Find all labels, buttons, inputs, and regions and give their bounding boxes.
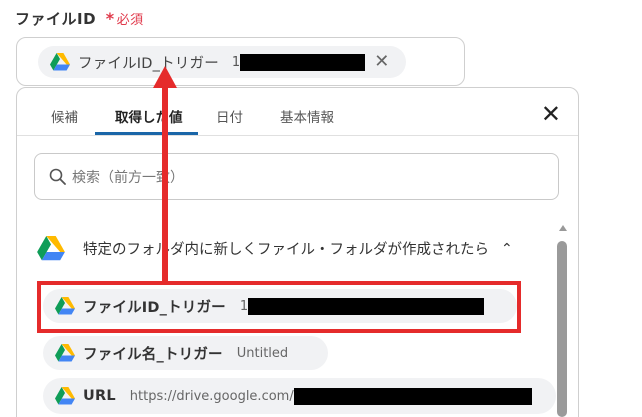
scrollbar-thumb[interactable]: [557, 241, 567, 417]
required-star: *: [105, 9, 115, 28]
tab-candidates[interactable]: 候補: [51, 106, 78, 126]
google-drive-icon: [55, 387, 75, 405]
google-drive-icon: [55, 344, 75, 362]
option-label: ファイル名_トリガー: [83, 346, 223, 363]
required-label: 必須: [116, 13, 144, 28]
close-icon[interactable]: ✕: [374, 53, 389, 71]
active-tab-indicator: [95, 132, 198, 135]
redacted-value: [293, 387, 532, 405]
google-drive-icon: [37, 236, 65, 261]
close-icon[interactable]: ✕: [541, 102, 561, 126]
group-title: 特定のフォルダ内に新しくファイル・フォルダが作成されたら: [83, 242, 489, 258]
selected-value-chip[interactable]: ファイルID_トリガー 1 ✕: [38, 46, 406, 78]
search-input[interactable]: 検索（前方一致）: [34, 153, 559, 200]
tab-bar: 候補 取得した値 日付 基本情報 ✕: [17, 88, 578, 136]
search-icon: [49, 168, 66, 185]
scrollbar[interactable]: [556, 225, 568, 417]
trigger-group-header[interactable]: 特定のフォルダ内に新しくファイル・フォルダが作成されたら ⌃: [37, 236, 513, 261]
tab-retrieved-values[interactable]: 取得した値: [115, 106, 183, 126]
option-value: https://drive.google.com/: [129, 388, 294, 404]
option-file-name-trigger[interactable]: ファイル名_トリガー Untitled: [43, 336, 328, 370]
chip-label: ファイルID_トリガー: [78, 55, 219, 72]
tab-basic-info[interactable]: 基本情報: [280, 106, 334, 126]
field-label-text: ファイルID: [15, 10, 97, 28]
tab-date[interactable]: 日付: [216, 106, 243, 126]
value-picker-dropdown: 候補 取得した値 日付 基本情報 ✕ 検索（前方一致） 特定のフォルダ内に新しく…: [16, 87, 579, 417]
file-id-input[interactable]: ファイルID_トリガー 1 ✕: [16, 37, 465, 86]
chip-value: 1: [231, 54, 241, 70]
field-label: ファイルID * 必須: [15, 8, 144, 29]
option-url[interactable]: URL https://drive.google.com/: [43, 378, 556, 414]
redacted-value: [240, 53, 366, 71]
required-indicator: * 必須: [106, 9, 144, 28]
chevron-up-icon[interactable]: ⌃: [501, 241, 513, 257]
annotation-arrow: [162, 86, 168, 281]
option-label: URL: [83, 388, 116, 404]
scroll-up-icon[interactable]: [559, 225, 567, 231]
google-drive-icon: [50, 53, 70, 71]
annotation-arrow-head: [153, 66, 177, 88]
option-value: Untitled: [236, 345, 289, 361]
annotation-highlight-box: [37, 281, 521, 333]
